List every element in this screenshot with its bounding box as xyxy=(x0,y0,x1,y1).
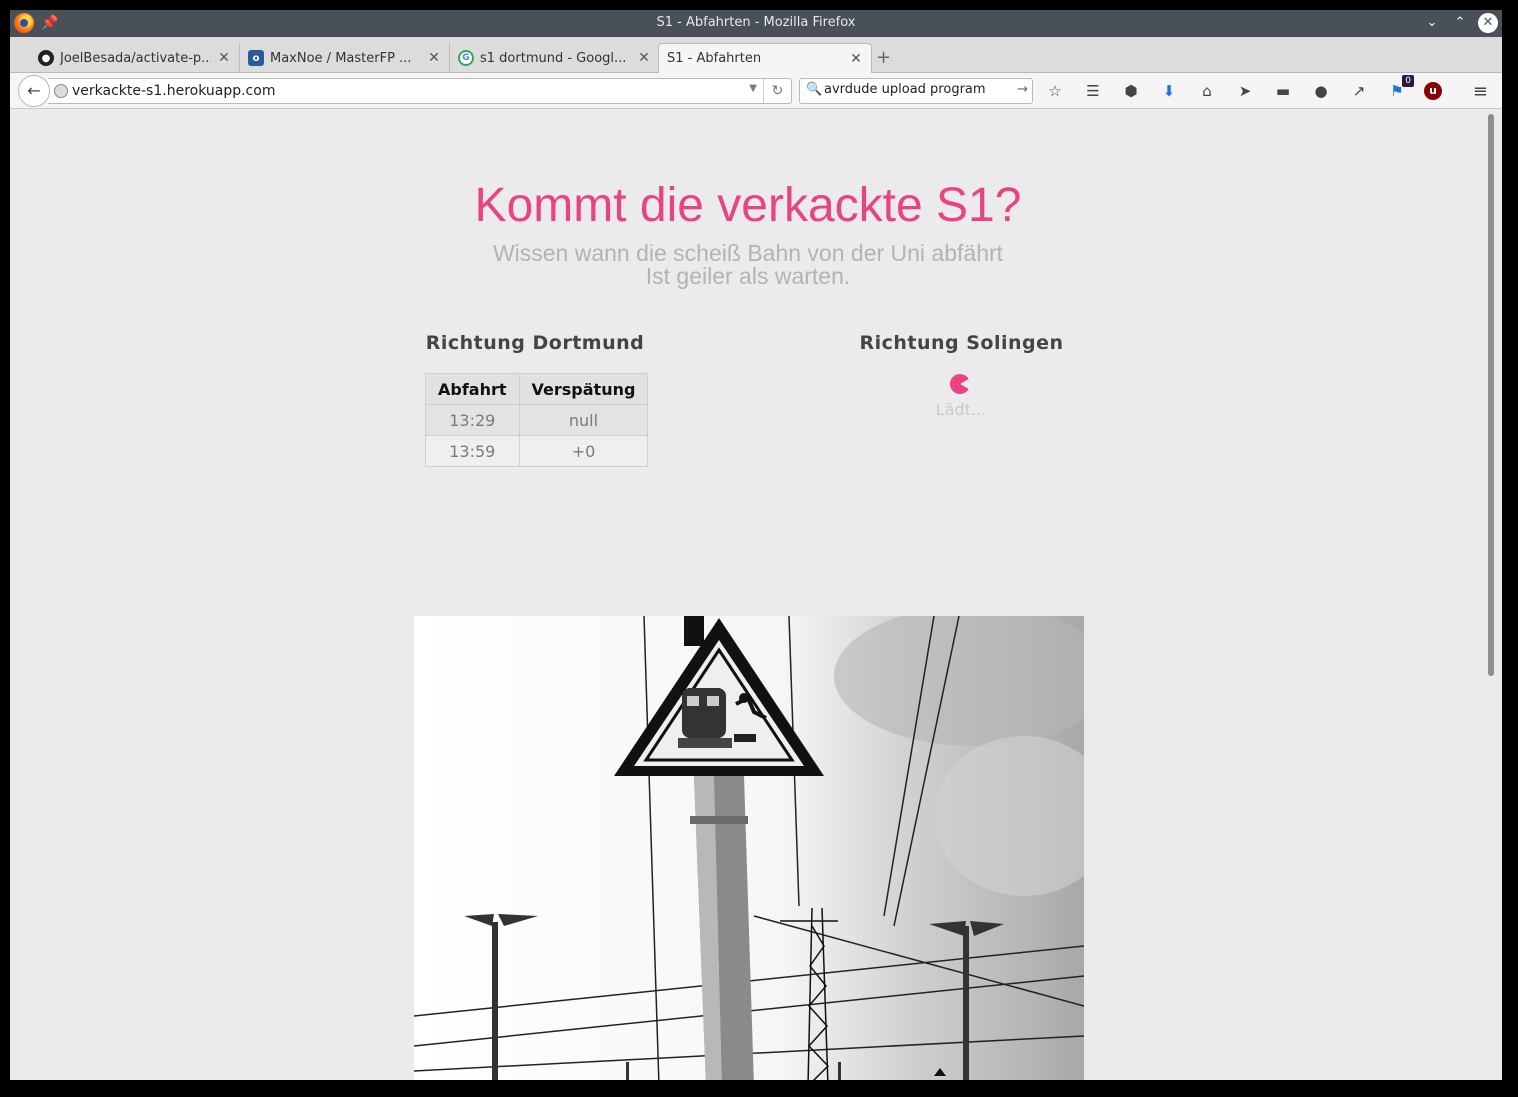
header-verspaetung: Verspätung xyxy=(518,373,649,405)
tab-label: S1 - Abfahrten xyxy=(667,51,762,66)
station-warning-sign-image xyxy=(414,616,1084,1080)
maximize-icon[interactable]: ⌃ xyxy=(1450,13,1470,33)
page-content: Kommt die verkackte S1? Wissen wann die … xyxy=(10,110,1482,1080)
window-title: S1 - Abfahrten - Mozilla Firefox xyxy=(656,15,856,30)
hamburger-menu-icon[interactable]: ≡ xyxy=(1473,81,1488,102)
table-row: 13:29 null xyxy=(425,404,649,436)
reload-icon[interactable]: ↻ xyxy=(763,79,791,103)
ublock-icon[interactable]: u xyxy=(1424,82,1442,100)
globe-icon xyxy=(54,84,68,98)
tab-close-icon[interactable]: ✕ xyxy=(217,50,231,66)
tab-close-icon[interactable]: ✕ xyxy=(427,50,441,66)
close-window-icon[interactable]: ✕ xyxy=(1478,13,1498,33)
table-row: 13:59 +0 xyxy=(425,435,649,467)
tab-close-icon[interactable]: ✕ xyxy=(637,50,651,66)
scrollbar-thumb[interactable] xyxy=(1488,114,1494,676)
new-tab-button[interactable]: + xyxy=(876,47,891,68)
tab-github[interactable]: ● JoelBesada/activate-p... ✕ xyxy=(30,43,240,73)
download-icon[interactable]: ⬇ xyxy=(1158,81,1180,101)
departure-delay: +0 xyxy=(518,435,649,467)
departure-time: 13:59 xyxy=(425,435,520,467)
ghostery-icon[interactable]: ⚑ 0 xyxy=(1386,75,1414,101)
tab-close-icon[interactable]: ✕ xyxy=(849,51,863,67)
github-icon: ● xyxy=(38,50,54,66)
home-icon[interactable]: ⌂ xyxy=(1196,81,1218,101)
search-go-icon[interactable]: → xyxy=(1017,82,1028,97)
url-dropdown-icon[interactable]: ▼ xyxy=(749,83,757,94)
tool-icon[interactable]: ↗ xyxy=(1348,81,1370,101)
url-text: verkackte-s1.herokuapp.com xyxy=(72,83,276,99)
subtitle-line-1: Wissen wann die scheiß Bahn von der Uni … xyxy=(492,240,1004,266)
tab-gitlab[interactable]: o MaxNoe / MasterFP ... ✕ xyxy=(240,43,450,73)
tab-label: JoelBesada/activate-p... xyxy=(60,50,211,66)
tab-label: MaxNoe / MasterFP ... xyxy=(270,50,412,66)
tab-google[interactable]: G s1 dortmund - Googl... ✕ xyxy=(450,43,660,73)
extension-badge: 0 xyxy=(1402,75,1414,87)
nav-bar: verkackte-s1.herokuapp.com ▼ ↻ ← 🔍 → ☆ ☰… xyxy=(10,73,1502,109)
loading-spinner-icon xyxy=(950,374,970,394)
page-title: Kommt die verkackte S1? xyxy=(474,179,1022,232)
departures-table-dortmund: Abfahrt Verspätung 13:29 null 13:59 +0 xyxy=(425,373,649,467)
url-bar[interactable]: verkackte-s1.herokuapp.com ▼ ↻ xyxy=(48,78,792,104)
departure-time: 13:29 xyxy=(425,404,520,436)
subtitle-line-2: Ist geiler als warten. xyxy=(645,263,851,289)
tab-label: s1 dortmund - Googl... xyxy=(480,50,627,66)
title-bar: 📌 S1 - Abfahrten - Mozilla Firefox ⌄ ⌃ ✕ xyxy=(10,10,1502,37)
reading-list-icon[interactable]: ☰ xyxy=(1082,81,1104,101)
vertical-scrollbar[interactable] xyxy=(1482,110,1502,1080)
table-header-row: Abfahrt Verspätung xyxy=(425,373,649,405)
departure-delay: null xyxy=(518,404,649,436)
pocket-icon[interactable]: ⬢ xyxy=(1120,81,1142,101)
tab-s1-abfahrten[interactable]: S1 - Abfahrten ✕ xyxy=(658,43,872,73)
header-abfahrt: Abfahrt xyxy=(425,373,520,405)
loading-text: Lädt... xyxy=(935,400,987,419)
chat-icon[interactable]: ● xyxy=(1310,81,1332,101)
minimize-icon[interactable]: ⌄ xyxy=(1422,13,1442,33)
search-icon: 🔍 xyxy=(806,82,823,97)
heading-dortmund: Richtung Dortmund xyxy=(425,332,645,354)
search-bar[interactable]: 🔍 → xyxy=(799,78,1033,104)
back-button[interactable]: ← xyxy=(18,75,50,107)
bookmark-star-icon[interactable]: ☆ xyxy=(1044,81,1066,101)
page-subtitle: Wissen wann die scheiß Bahn von der Uni … xyxy=(10,242,1482,288)
send-icon[interactable]: ➤ xyxy=(1234,81,1256,101)
google-icon: G xyxy=(458,50,474,66)
browser-window: 📌 S1 - Abfahrten - Mozilla Firefox ⌄ ⌃ ✕… xyxy=(10,10,1502,1080)
station-photo-svg xyxy=(414,616,1084,1080)
gitlab-icon: o xyxy=(248,50,264,66)
heading-solingen: Richtung Solingen xyxy=(859,332,1064,354)
search-input[interactable] xyxy=(824,82,1010,97)
tab-strip: ● JoelBesada/activate-p... ✕ o MaxNoe / … xyxy=(10,37,1502,73)
snooze-icon[interactable]: ▬ xyxy=(1272,81,1294,101)
